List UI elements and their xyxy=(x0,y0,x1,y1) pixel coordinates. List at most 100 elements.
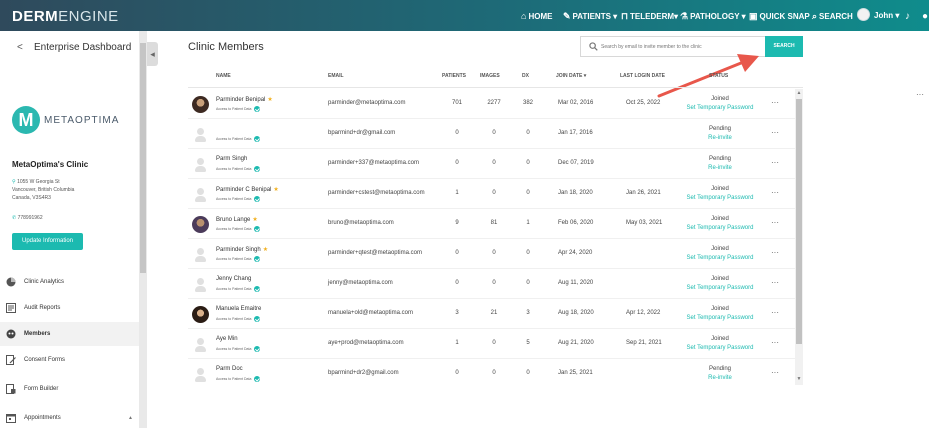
more-options-icon[interactable]: ··· xyxy=(916,90,924,99)
table-row[interactable]: Parm Singh Access to Patient Data parmin… xyxy=(188,149,795,179)
user-menu[interactable]: John ▾ xyxy=(874,11,899,20)
sidebar-scrollbar[interactable] xyxy=(139,31,147,428)
sidebar-item-audit-reports[interactable]: Audit Reports xyxy=(0,296,139,320)
join-date: Apr 24, 2020 xyxy=(558,250,593,256)
col-status[interactable]: STATUS xyxy=(709,73,728,79)
dx-count: 1 xyxy=(526,220,530,226)
back-chevron-icon[interactable]: < xyxy=(17,42,23,53)
patients-count: 3 xyxy=(455,310,459,316)
chart-icon xyxy=(6,277,16,287)
status-action-link[interactable]: Set Temporary Password xyxy=(670,285,770,291)
access-badge: Access to Patient Data xyxy=(216,196,261,202)
user-avatar-icon[interactable] xyxy=(857,8,870,21)
status-action-link[interactable]: Set Temporary Password xyxy=(670,105,770,111)
sidebar-scroll-thumb[interactable] xyxy=(140,43,146,273)
join-date: Aug 18, 2020 xyxy=(558,310,594,316)
table-row[interactable]: Access to Patient Data bparmind+dr@gmail… xyxy=(188,119,795,149)
status-action-link[interactable]: Set Temporary Password xyxy=(670,225,770,231)
member-email: parminder+cstest@metaoptima.com xyxy=(328,190,425,196)
col-email[interactable]: EMAIL xyxy=(328,73,344,79)
patients-count: 1 xyxy=(455,190,459,196)
more-options-icon[interactable]: ··· xyxy=(771,368,779,377)
table-row[interactable]: Jenny Chang Access to Patient Data jenny… xyxy=(188,269,795,299)
address-line-1: ⚲ 1055 W Georgia St xyxy=(12,179,60,185)
member-email: parminder@metaoptima.com xyxy=(328,100,406,106)
table-row[interactable]: Aye Min Access to Patient Data aye+prod@… xyxy=(188,329,795,359)
member-name-text: Manuela Emaitre xyxy=(216,306,262,312)
status-action-link[interactable]: Re-invite xyxy=(670,375,770,381)
member-avatar xyxy=(192,366,209,383)
status-text: Pending xyxy=(708,366,732,372)
status-text: Joined xyxy=(711,216,729,222)
more-options-icon[interactable]: ··· xyxy=(771,338,779,347)
nav-patients[interactable]: ✎ PATIENTS ▾ xyxy=(563,11,617,22)
chevron-up-icon[interactable]: ▲ xyxy=(128,415,133,421)
patients-count: 0 xyxy=(455,160,459,166)
col-dx[interactable]: DX xyxy=(522,73,529,79)
member-email: bruno@metaoptima.com xyxy=(328,220,394,226)
settings-icon[interactable]: ● xyxy=(922,11,928,22)
star-icon: ★ xyxy=(262,247,269,253)
sidebar-item-appointments[interactable]: Appointments ▲ xyxy=(0,406,139,430)
table-row[interactable]: Manuela Emaitre Access to Patient Data m… xyxy=(188,299,795,329)
member-name: Parm Singh xyxy=(216,156,247,162)
member-email: parminder+337@metaoptima.com xyxy=(328,160,419,166)
col-last-login[interactable]: LAST LOGIN DATE xyxy=(620,73,665,79)
table-row[interactable]: Bruno Lange ★ Access to Patient Data brun… xyxy=(188,209,795,239)
access-label: Access to Patient Data xyxy=(216,287,252,291)
patients-count: 0 xyxy=(455,250,459,256)
images-count: 0 xyxy=(492,280,496,286)
status-action-link[interactable]: Re-invite xyxy=(670,135,770,141)
patients-count: 0 xyxy=(455,280,459,286)
sidebar-item-members[interactable]: Members xyxy=(0,322,139,346)
more-options-icon[interactable]: ··· xyxy=(771,128,779,137)
join-date: Feb 06, 2020 xyxy=(558,220,594,226)
update-information-button[interactable]: Update Information xyxy=(12,233,83,250)
table-row[interactable]: Parminder C Benipal ★ Access to Patient D… xyxy=(188,179,795,209)
table-row[interactable]: Parminder Singh ★ Access to Patient Data … xyxy=(188,239,795,269)
join-date: Aug 21, 2020 xyxy=(558,340,594,346)
more-options-icon[interactable]: ··· xyxy=(771,188,779,197)
table-scroll-thumb[interactable] xyxy=(796,99,802,344)
col-patients[interactable]: PATIENTS xyxy=(442,73,466,79)
brand-logo[interactable]: DERMENGINE xyxy=(12,8,119,25)
status-text: Joined xyxy=(711,246,729,252)
table-row[interactable]: Parm Doc Access to Patient Data bparmind… xyxy=(188,359,795,385)
sidebar-item-clinic-analytics[interactable]: Clinic Analytics xyxy=(0,270,139,294)
scroll-down-icon[interactable]: ▼ xyxy=(795,376,803,382)
nav-telederm[interactable]: ⊓ TELEDERM▾ xyxy=(621,11,678,22)
patients-count: 9 xyxy=(455,220,459,226)
more-options-icon[interactable]: ··· xyxy=(771,218,779,227)
status-action-link[interactable]: Set Temporary Password xyxy=(670,315,770,321)
more-options-icon[interactable]: ··· xyxy=(771,248,779,257)
patients-count: 0 xyxy=(455,370,459,376)
join-date: Jan 17, 2016 xyxy=(558,130,593,136)
status-action-link[interactable]: Re-invite xyxy=(670,165,770,171)
more-options-icon[interactable]: ··· xyxy=(771,278,779,287)
metaoptima-logo-icon: M xyxy=(12,106,40,134)
status-action-link[interactable]: Set Temporary Password xyxy=(670,345,770,351)
table-row[interactable]: Parminder Benipal ★ Access to Patient Dat… xyxy=(188,89,795,119)
status-action-link[interactable]: Set Temporary Password xyxy=(670,195,770,201)
nav-home[interactable]: ⌂ HOME xyxy=(521,11,552,21)
bell-icon[interactable]: ♪ xyxy=(905,11,910,22)
col-images[interactable]: IMAGES xyxy=(480,73,500,79)
check-icon xyxy=(254,286,261,292)
patients-icon: ✎ xyxy=(563,11,571,21)
col-join-date[interactable]: JOIN DATE ▾ xyxy=(556,73,586,79)
scroll-up-icon[interactable]: ▲ xyxy=(795,90,803,96)
sidebar-item-consent-forms[interactable]: Consent Forms xyxy=(0,348,139,372)
nav-quick-snap[interactable]: ▣ QUICK SNAP xyxy=(749,11,810,22)
check-icon xyxy=(254,346,261,352)
status-action-link[interactable]: Set Temporary Password xyxy=(670,255,770,261)
sidebar-item-form-builder[interactable]: Form Builder xyxy=(0,377,139,401)
collapse-sidebar-button[interactable]: ◂ xyxy=(147,42,158,66)
page-title: Clinic Members xyxy=(188,41,264,53)
col-name[interactable]: NAME xyxy=(216,73,231,79)
nav-pathology[interactable]: ⚗ PATHOLOGY ▾ xyxy=(680,11,746,22)
table-scrollbar[interactable]: ▲ ▼ xyxy=(795,89,803,385)
more-options-icon[interactable]: ··· xyxy=(771,98,779,107)
more-options-icon[interactable]: ··· xyxy=(771,158,779,167)
nav-search[interactable]: ⌕ SEARCH xyxy=(812,11,853,22)
more-options-icon[interactable]: ··· xyxy=(771,308,779,317)
